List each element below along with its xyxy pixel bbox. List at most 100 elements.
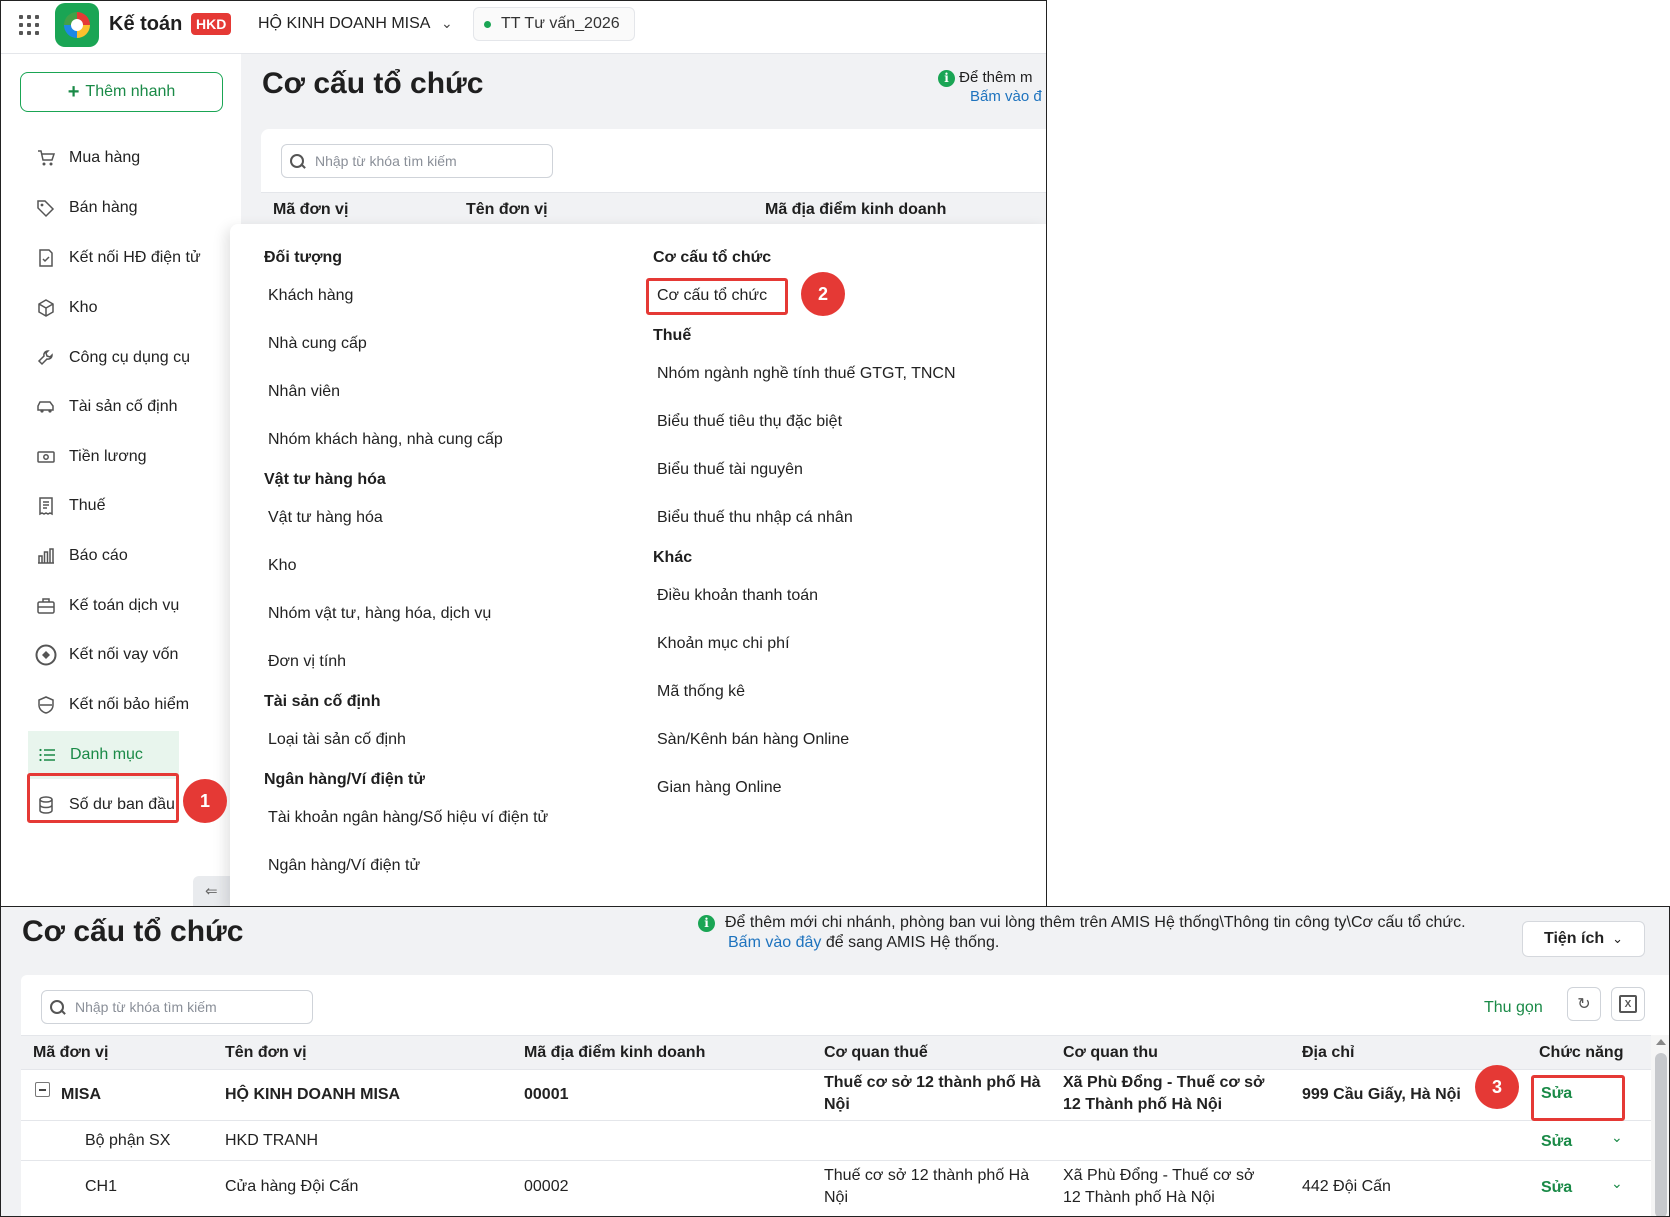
menu-item[interactable]: Nhóm khách hàng, nhà cung cấp: [268, 431, 503, 449]
menu-item[interactable]: Nhà cung cấp: [268, 335, 367, 353]
column-header[interactable]: Cơ quan thu: [1063, 1044, 1158, 1062]
step-badge-1: 1: [183, 779, 227, 823]
menu-item[interactable]: Ngân hàng/Ví điện tử: [268, 857, 420, 875]
menu-item[interactable]: Vật tư hàng hóa: [268, 509, 383, 527]
column-header[interactable]: Mã đơn vị: [273, 201, 348, 219]
menu-item[interactable]: Mã thống kê: [657, 683, 745, 701]
apps-grid-icon[interactable]: [19, 15, 39, 35]
vertical-scrollbar[interactable]: [1651, 1035, 1669, 1216]
sidebar-item-label: Thuế: [69, 497, 106, 514]
sidebar-item-catalog[interactable]: Danh mục: [28, 731, 179, 779]
sidebar-item-label: Báo cáo: [69, 547, 128, 564]
search-icon: [50, 999, 65, 1015]
scrollbar-thumb[interactable]: [1655, 1053, 1667, 1216]
info-icon: i: [698, 914, 715, 932]
column-header[interactable]: Mã địa điểm kinh doanh: [765, 201, 946, 219]
sidebar-item-einvoice[interactable]: Kết nối HĐ điện tử: [1, 234, 241, 282]
sidebar-item-label: Danh mục: [70, 746, 143, 763]
app-name: Kế toán: [109, 13, 183, 35]
sidebar-item-sales[interactable]: Bán hàng: [1, 184, 241, 232]
export-excel-button[interactable]: X: [1611, 987, 1645, 1021]
table-header: Mã đơn vị Tên đơn vị Mã địa điểm kinh do…: [261, 192, 1046, 226]
menu-item[interactable]: Điều khoản thanh toán: [657, 587, 818, 605]
menu-item[interactable]: Biểu thuế tiêu thụ đặc biệt: [657, 413, 842, 431]
chevron-down-icon[interactable]: ⌄: [1611, 1175, 1623, 1192]
info-text: Để thêm mới chi nhánh, phòng ban vui lòn…: [725, 914, 1466, 931]
step-badge-3: 3: [1475, 1065, 1519, 1109]
menu-section-heading: Tài sản cố định: [264, 693, 381, 710]
menu-item[interactable]: Loại tài sản cố định: [268, 731, 406, 749]
sidebar-item-label: Tài sản cố định: [69, 398, 178, 415]
cell-revenue-office: Xã Phù Đổng - Thuế cơ sở 12 Thành phố Hà …: [1063, 1072, 1264, 1116]
top-bar: Kế toán HKD HỘ KINH DOANH MISA ⌄ TT Tư v…: [1, 1, 1046, 54]
menu-item[interactable]: Tài khoản ngân hàng/Số hiệu ví điện tử: [268, 809, 548, 827]
edit-link[interactable]: Sửa: [1541, 1133, 1572, 1151]
menu-item[interactable]: Sàn/Kênh bán hàng Online: [657, 731, 849, 749]
utility-button[interactable]: Tiện ích ⌄: [1522, 921, 1645, 957]
search-input[interactable]: Nhập từ khóa tìm kiếm: [281, 144, 553, 178]
menu-item[interactable]: Khoản mục chi phí: [657, 635, 790, 653]
column-header[interactable]: Tên đơn vị: [466, 201, 548, 219]
menu-item[interactable]: Khách hàng: [268, 287, 353, 305]
column-header[interactable]: Mã địa điểm kinh doanh: [524, 1044, 705, 1062]
page-title: Cơ cấu tổ chức: [262, 67, 484, 100]
column-header[interactable]: Cơ quan thuế: [824, 1044, 928, 1062]
column-header[interactable]: Địa chỉ: [1302, 1044, 1354, 1062]
utility-label: Tiện ích: [1543, 930, 1605, 947]
sidebar-item-payroll[interactable]: Tiền lương: [1, 433, 241, 481]
refresh-icon[interactable]: ↻: [1567, 987, 1601, 1021]
menu-section-heading: Thuế: [653, 327, 692, 344]
chevron-down-icon[interactable]: ⌄: [441, 15, 453, 32]
plus-icon: +: [67, 81, 80, 103]
menu-item[interactable]: Cơ cấu tổ chức: [657, 287, 767, 305]
collapse-sidebar-icon[interactable]: ⇐: [193, 876, 233, 906]
list-icon: [36, 744, 58, 766]
search-placeholder: Nhập từ khóa tìm kiếm: [315, 153, 457, 169]
quick-add-button[interactable]: + Thêm nhanh: [20, 72, 223, 112]
menu-section-heading: Ngân hàng/Ví điện tử: [264, 771, 425, 788]
environment-selector[interactable]: TT Tư vấn_2026: [473, 7, 635, 41]
company-selector[interactable]: HỘ KINH DOANH MISA: [258, 15, 430, 33]
collapse-all-link[interactable]: Thu gọn: [1484, 999, 1543, 1017]
money-icon: [35, 446, 57, 468]
info-link[interactable]: Bấm vào đây: [728, 934, 821, 951]
search-placeholder: Nhập từ khóa tìm kiếm: [75, 999, 217, 1015]
menu-item[interactable]: Nhóm ngành nghề tính thuế GTGT, TNCN: [657, 365, 956, 383]
menu-item[interactable]: Nhân viên: [268, 383, 340, 401]
bottom-screenshot: Cơ cấu tổ chức i Để thêm mới chi nhánh, p…: [0, 906, 1670, 1217]
sidebar-item-tax[interactable]: Thuế: [1, 482, 241, 530]
collapse-row-icon[interactable]: [35, 1082, 50, 1097]
table-row[interactable]: MISA HỘ KINH DOANH MISA 00001 Thuế cơ sở…: [21, 1071, 1651, 1121]
search-input[interactable]: Nhập từ khóa tìm kiếm: [41, 990, 313, 1024]
sidebar-item-fixed-assets[interactable]: Tài sản cố định: [1, 383, 241, 431]
table-row[interactable]: CH1 Cửa hàng Đội Cấn 00002 Thuế cơ sở 12…: [21, 1161, 1651, 1216]
edit-link[interactable]: Sửa: [1541, 1179, 1572, 1197]
chart-icon: [35, 545, 57, 567]
column-header[interactable]: Tên đơn vị: [225, 1044, 307, 1062]
sidebar-item-warehouse[interactable]: Kho: [1, 284, 241, 332]
menu-item[interactable]: Biểu thuế thu nhập cá nhân: [657, 509, 853, 527]
menu-section-heading: Khác: [653, 549, 693, 566]
sidebar-item-tools[interactable]: Công cụ dụng cụ: [1, 334, 241, 382]
sidebar-item-accounting-service[interactable]: Kế toán dịch vụ: [1, 582, 241, 630]
menu-item[interactable]: Nhóm vật tư, hàng hóa, dịch vụ: [268, 605, 491, 623]
menu-item[interactable]: Đơn vị tính: [268, 653, 346, 671]
menu-item[interactable]: Kho: [268, 557, 296, 575]
scroll-up-icon[interactable]: [1656, 1039, 1666, 1045]
menu-item[interactable]: Biểu thuế tài nguyên: [657, 461, 803, 479]
sidebar-item-label: Kết nối HĐ điện tử: [69, 249, 201, 266]
sidebar-item-purchase[interactable]: Mua hàng: [1, 134, 241, 182]
excel-icon: X: [1619, 995, 1637, 1013]
cell-revenue-office-line1: Xã Phù Đổng - Thuế cơ sở: [1063, 1074, 1265, 1091]
sidebar-item-insurance[interactable]: Kết nối bảo hiểm: [1, 681, 241, 729]
sidebar-item-loan[interactable]: Kết nối vay vốn: [1, 631, 241, 679]
table-row[interactable]: Bộ phận SX HKD TRANH Sửa ⌄: [21, 1121, 1651, 1161]
highlight-box-edit: [1531, 1075, 1625, 1121]
sidebar-item-label: Kế toán dịch vụ: [69, 597, 180, 614]
info-link[interactable]: Bấm vào đ: [970, 88, 1042, 105]
info-icon: i: [938, 70, 955, 87]
sidebar-item-reports[interactable]: Báo cáo: [1, 532, 241, 580]
menu-item[interactable]: Gian hàng Online: [657, 779, 782, 797]
chevron-down-icon[interactable]: ⌄: [1611, 1129, 1623, 1146]
column-header[interactable]: Mã đơn vị: [33, 1044, 108, 1062]
